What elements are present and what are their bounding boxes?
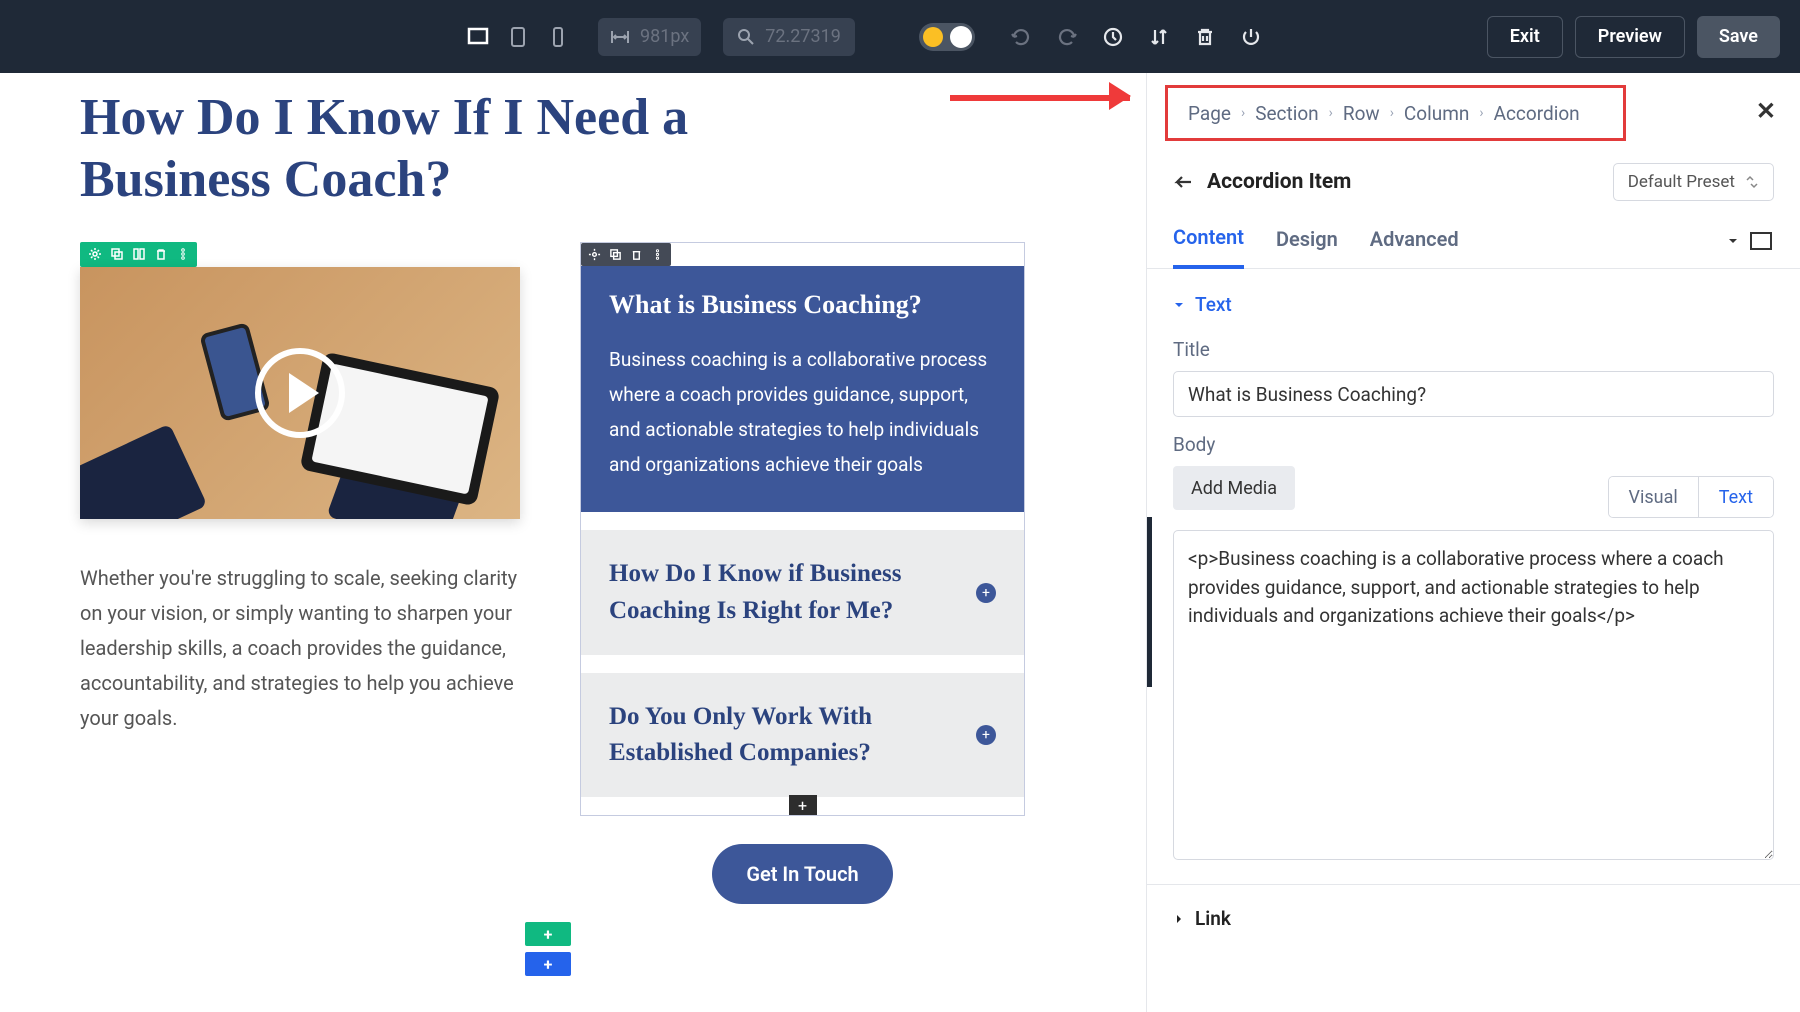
panel-tabs: Content Design Advanced <box>1147 201 1800 269</box>
power-icon[interactable] <box>1235 21 1267 53</box>
settings-panel: ✕ Page› Section› Row› Column› Accordion … <box>1146 73 1800 1012</box>
accordion-item-body: Business coaching is a collaborative pro… <box>609 342 996 483</box>
more-icon[interactable] <box>175 247 190 262</box>
trash-icon[interactable] <box>1189 21 1221 53</box>
module-controls[interactable] <box>80 242 197 267</box>
title-label: Title <box>1147 322 1800 371</box>
columns-icon[interactable] <box>131 247 146 262</box>
more-icon[interactable] <box>650 247 665 262</box>
sort-icon[interactable] <box>1143 21 1175 53</box>
editor-canvas: How Do I Know If I Need a Business Coach… <box>0 73 1146 1012</box>
page-title[interactable]: How Do I Know If I Need a Business Coach… <box>80 87 860 212</box>
intro-text[interactable]: Whether you're struggling to scale, seek… <box>80 561 520 736</box>
desktop-device-button[interactable] <box>462 21 494 53</box>
responsive-icon[interactable] <box>1748 230 1774 252</box>
breadcrumb-item[interactable]: Row <box>1343 102 1380 125</box>
editor-mode-tabs: Visual Text <box>1608 476 1774 518</box>
zoom-value: 72.27319 <box>765 26 841 47</box>
panel-title: Accordion Item <box>1207 170 1351 194</box>
preset-button[interactable]: Default Preset <box>1613 163 1774 201</box>
body-textarea[interactable] <box>1173 530 1774 860</box>
gear-icon[interactable] <box>587 247 602 262</box>
visual-tab[interactable]: Visual <box>1609 477 1698 517</box>
title-input[interactable] <box>1173 371 1774 417</box>
close-icon[interactable]: ✕ <box>1756 97 1776 125</box>
accordion-module[interactable]: What is Business Coaching? Business coac… <box>580 242 1025 817</box>
accordion-item-title: How Do I Know if Business Coaching Is Ri… <box>609 556 976 629</box>
add-section-button[interactable]: + <box>525 922 571 946</box>
play-icon[interactable] <box>255 348 345 438</box>
tablet-device-button[interactable] <box>502 21 534 53</box>
history-icon[interactable] <box>1097 21 1129 53</box>
chevron-down-icon[interactable] <box>1726 234 1740 248</box>
save-button[interactable]: Save <box>1697 16 1780 58</box>
gear-icon[interactable] <box>87 247 102 262</box>
accordion-item-closed[interactable]: How Do I Know if Business Coaching Is Ri… <box>581 530 1024 655</box>
breadcrumb-item[interactable]: Accordion <box>1494 102 1580 125</box>
accordion-item-closed[interactable]: Do You Only Work With Established Compan… <box>581 673 1024 798</box>
expand-icon[interactable]: + <box>976 583 996 603</box>
link-section-toggle[interactable]: Link <box>1147 884 1800 952</box>
expand-icon[interactable]: + <box>976 725 996 745</box>
redo-icon[interactable] <box>1051 21 1083 53</box>
tab-content[interactable]: Content <box>1173 225 1244 269</box>
breadcrumb-item[interactable]: Section <box>1255 102 1318 125</box>
undo-icon[interactable] <box>1005 21 1037 53</box>
cta-button[interactable]: Get In Touch <box>712 844 892 904</box>
breadcrumb-item[interactable]: Column <box>1404 102 1469 125</box>
add-row-button[interactable]: + <box>525 952 571 976</box>
accordion-item-open[interactable]: What is Business Coaching? Business coac… <box>581 266 1024 513</box>
trash-icon[interactable] <box>153 247 168 262</box>
preview-button[interactable]: Preview <box>1575 16 1685 58</box>
phone-device-button[interactable] <box>542 21 574 53</box>
body-label: Body <box>1147 417 1800 466</box>
trash-icon[interactable] <box>629 247 644 262</box>
tab-design[interactable]: Design <box>1276 227 1338 267</box>
accordion-item-title: Do You Only Work With Established Compan… <box>609 699 976 772</box>
text-tab[interactable]: Text <box>1698 477 1773 517</box>
breadcrumb: Page› Section› Row› Column› Accordion <box>1165 85 1626 141</box>
zoom-indicator[interactable]: 72.27319 <box>723 18 855 56</box>
duplicate-icon[interactable] <box>608 247 623 262</box>
back-icon[interactable] <box>1173 171 1195 193</box>
theme-toggle[interactable] <box>919 23 975 51</box>
video-module[interactable] <box>80 267 520 519</box>
top-toolbar: 981px 72.27319 Exit Preview Save <box>0 0 1800 73</box>
add-item-button[interactable]: + <box>789 795 817 815</box>
width-value: 981px <box>640 26 689 47</box>
exit-button[interactable]: Exit <box>1487 16 1563 58</box>
accordion-item-title: What is Business Coaching? <box>609 290 996 320</box>
width-indicator[interactable]: 981px <box>598 18 701 56</box>
annotation-arrow <box>950 85 1130 109</box>
add-media-button[interactable]: Add Media <box>1173 466 1295 510</box>
device-switcher <box>462 21 574 53</box>
accordion-controls[interactable] <box>581 243 671 266</box>
text-section-toggle[interactable]: Text <box>1147 269 1800 322</box>
duplicate-icon[interactable] <box>109 247 124 262</box>
breadcrumb-item[interactable]: Page <box>1188 102 1231 125</box>
tab-advanced[interactable]: Advanced <box>1370 227 1459 267</box>
